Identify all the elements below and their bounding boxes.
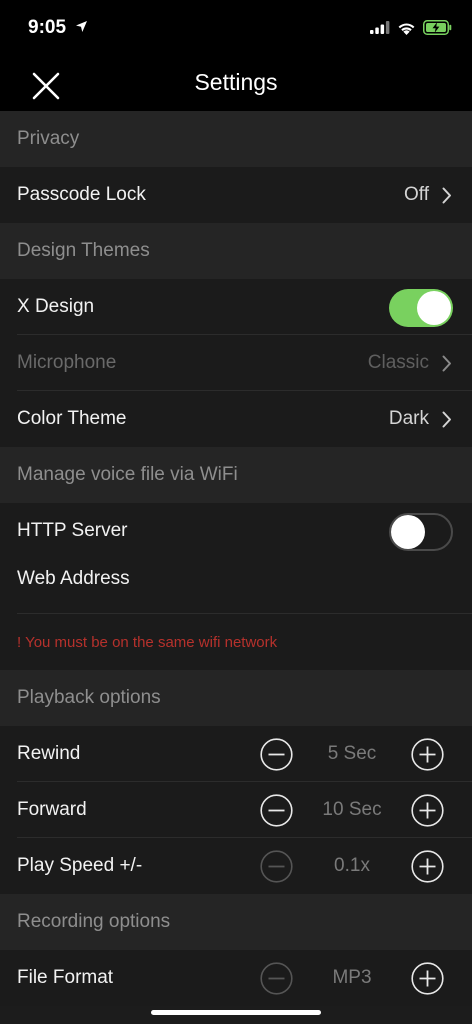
http-server-toggle[interactable]: [389, 513, 453, 551]
status-time: 9:05: [28, 17, 67, 38]
web-address-label: Web Address: [17, 568, 130, 589]
section-header-design-themes: Design Themes: [0, 223, 472, 279]
forward-row: Forward 10 Sec: [0, 782, 472, 838]
divider: [17, 613, 472, 614]
status-bar: 9:05: [0, 0, 472, 58]
settings-list[interactable]: Privacy Passcode Lock Off Design Themes …: [0, 111, 472, 1024]
play-speed-row: Play Speed +/- 0.1x: [0, 838, 472, 894]
status-icons: [370, 20, 452, 35]
minus-circle-icon[interactable]: [260, 962, 293, 995]
battery-charging-icon: [423, 20, 452, 35]
play-speed-value: 0.1x: [334, 855, 370, 876]
plus-circle-icon[interactable]: [411, 962, 444, 995]
microphone-value: Classic: [367, 352, 429, 373]
minus-circle-icon[interactable]: [260, 794, 293, 827]
chevron-right-icon: [442, 411, 451, 427]
plus-circle-icon[interactable]: [411, 794, 444, 827]
file-format-stepper: MP3: [260, 950, 444, 1006]
color-theme-label: Color Theme: [17, 408, 127, 429]
section-header-recording: Recording options: [0, 894, 472, 950]
plus-circle-icon[interactable]: [411, 738, 444, 771]
location-arrow-icon: [76, 21, 87, 32]
rewind-row: Rewind 5 Sec: [0, 726, 472, 782]
passcode-lock-label: Passcode Lock: [17, 184, 146, 205]
rewind-label: Rewind: [17, 743, 81, 764]
file-format-label: File Format: [17, 967, 114, 988]
x-design-label: X Design: [17, 296, 95, 317]
chevron-right-icon: [442, 355, 451, 371]
section-header-wifi: Manage voice file via WiFi: [0, 447, 472, 503]
rewind-value: 5 Sec: [327, 743, 377, 764]
passcode-lock-row[interactable]: Passcode Lock Off: [0, 167, 472, 223]
toggle-knob: [417, 291, 451, 325]
microphone-row[interactable]: Microphone Classic: [0, 335, 472, 391]
http-server-row: HTTP Server: [0, 503, 472, 559]
signal-icon: [370, 21, 390, 34]
section-header-playback: Playback options: [0, 670, 472, 726]
passcode-lock-value: Off: [404, 184, 429, 205]
color-theme-value: Dark: [388, 408, 429, 429]
forward-value: 10 Sec: [322, 799, 382, 820]
plus-circle-icon[interactable]: [411, 850, 444, 883]
file-format-row: File Format MP3: [0, 950, 472, 1006]
file-format-value: MP3: [332, 967, 372, 988]
color-theme-row[interactable]: Color Theme Dark: [0, 391, 472, 447]
section-header-privacy: Privacy: [0, 111, 472, 167]
home-indicator[interactable]: [151, 1010, 321, 1015]
minus-circle-icon[interactable]: [260, 850, 293, 883]
x-design-row: X Design: [0, 279, 472, 335]
web-address-row: Web Address: [0, 559, 472, 614]
http-server-label: HTTP Server: [17, 520, 128, 541]
play-speed-label: Play Speed +/-: [17, 855, 143, 876]
play-speed-stepper: 0.1x: [260, 838, 444, 894]
minus-circle-icon[interactable]: [260, 738, 293, 771]
page-title: Settings: [194, 69, 278, 95]
nav-bar: Settings: [0, 58, 472, 111]
x-design-toggle[interactable]: [389, 289, 453, 327]
toggle-knob: [391, 515, 425, 549]
microphone-label: Microphone: [17, 352, 117, 373]
wifi-warning-text: ! You must be on the same wifi network: [0, 614, 472, 670]
chevron-right-icon: [442, 187, 451, 203]
wifi-icon: [398, 22, 415, 35]
rewind-stepper: 5 Sec: [260, 726, 444, 782]
forward-label: Forward: [17, 799, 87, 820]
forward-stepper: 10 Sec: [260, 782, 444, 838]
